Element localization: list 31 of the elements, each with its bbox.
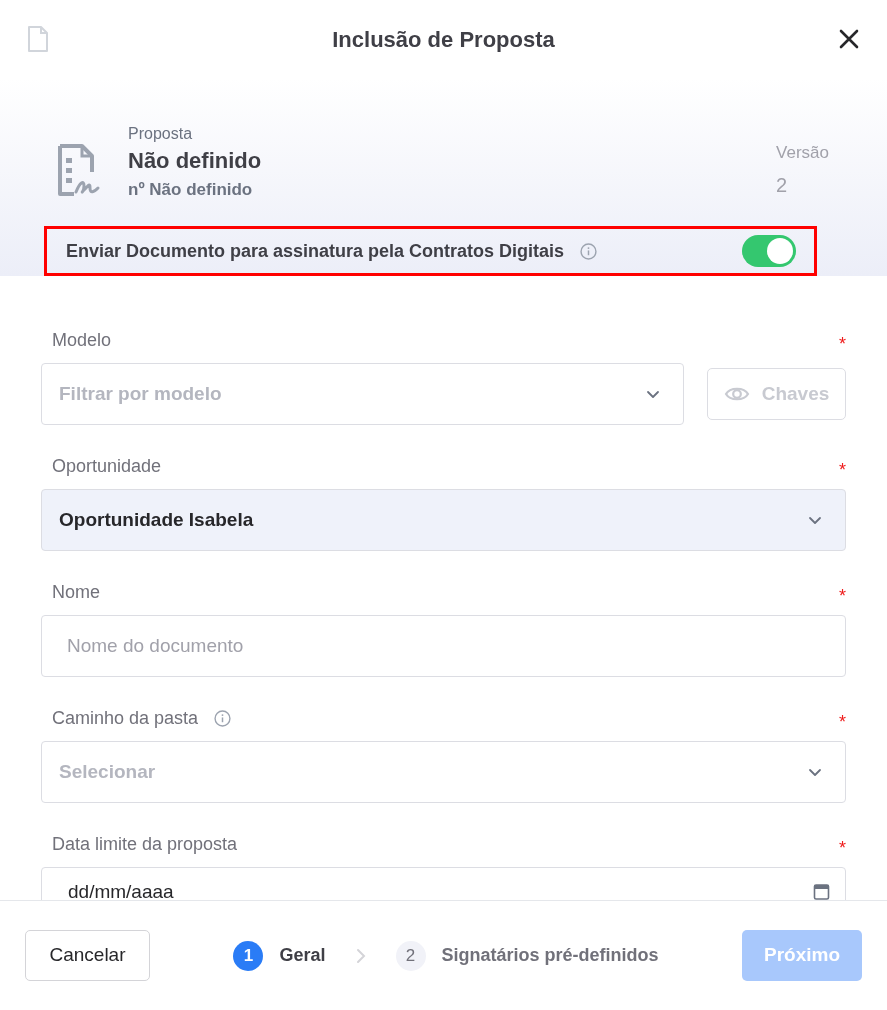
step-number[interactable]: 1 bbox=[233, 940, 264, 971]
required-mark: * bbox=[839, 584, 846, 608]
version-number: 2 bbox=[776, 172, 789, 198]
cancel-button[interactable]: Cancelar bbox=[25, 930, 150, 981]
step-number[interactable]: 2 bbox=[395, 940, 426, 971]
field-label: Data limite da proposta bbox=[52, 832, 238, 856]
step-label[interactable]: Geral bbox=[279, 942, 326, 969]
toggle-switch[interactable] bbox=[742, 235, 796, 267]
close-icon[interactable] bbox=[837, 27, 861, 51]
toggle-label: Enviar Documento para assinatura pela Contratos Digitais bbox=[66, 239, 565, 263]
step-label[interactable]: Signatários pré-definidos bbox=[441, 942, 659, 969]
field-label: Nome bbox=[52, 580, 100, 604]
calendar-icon[interactable] bbox=[813, 882, 830, 900]
date-field[interactable]: dd/mm/aaaa bbox=[41, 867, 846, 900]
field-label: Oportunidade bbox=[52, 454, 162, 478]
info-icon[interactable] bbox=[214, 709, 232, 727]
proposal-name: Não definido bbox=[128, 147, 263, 175]
field-label: Caminho da pasta bbox=[52, 706, 199, 730]
proposal-caption: Proposta bbox=[128, 124, 194, 144]
info-icon[interactable] bbox=[580, 242, 598, 260]
proposal-number: nº Não definido bbox=[128, 179, 254, 201]
required-mark: * bbox=[839, 836, 846, 860]
select-field[interactable]: Oportunidade Isabela bbox=[41, 489, 846, 551]
input-field[interactable]: Nome do documento bbox=[41, 615, 846, 677]
document-icon bbox=[26, 25, 50, 53]
window-title: Inclusão de Proposta bbox=[332, 25, 555, 54]
field-label: Modelo bbox=[52, 328, 112, 352]
version-label: Versão bbox=[776, 142, 829, 164]
required-mark: * bbox=[839, 710, 846, 734]
required-mark: * bbox=[839, 458, 846, 482]
required-mark: * bbox=[839, 332, 846, 356]
